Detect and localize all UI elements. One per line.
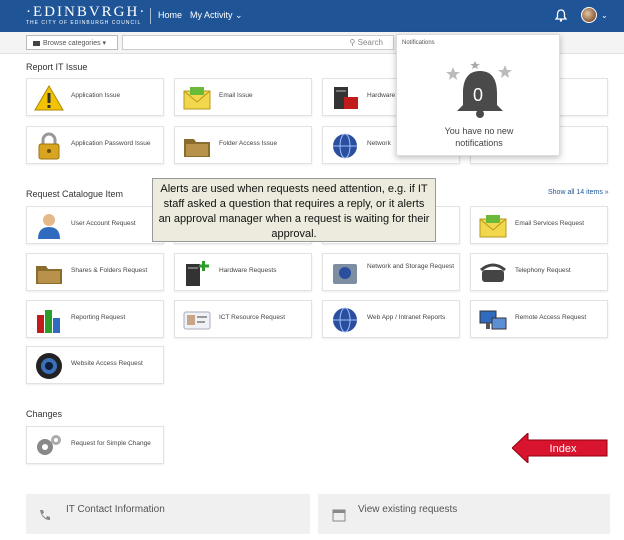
contact-info-label: IT Contact Information (66, 504, 165, 515)
gears-icon (37, 435, 61, 455)
card-label: Application Password Issue (71, 140, 151, 147)
hardware-icon (334, 87, 358, 109)
email-icon (479, 215, 507, 238)
card-shares-folders-request[interactable]: Shares & Folders Request (26, 253, 164, 291)
card-label: Email Services Request (515, 220, 584, 227)
notifications-panel: Notifications 0 You have no new notifica… (396, 34, 560, 156)
card-remote-access-request[interactable]: Remote Access Request (470, 300, 608, 338)
card-label: ICT Resource Request (219, 314, 285, 321)
card-email-services-request[interactable]: Email Services Request (470, 206, 608, 244)
footer-view-existing-requests[interactable]: View existing requests (318, 494, 610, 534)
index-arrow-label: Index (549, 443, 577, 455)
section-title-changes: Changes (26, 409, 63, 419)
globe-icon (333, 307, 357, 333)
card-label: Reporting Request (71, 314, 126, 321)
card-label: Application Issue (71, 92, 121, 99)
folder-icon (36, 266, 62, 284)
notifications-header: Notifications (402, 40, 435, 46)
search-input[interactable]: ⚲ Search (122, 35, 394, 50)
bell-icon[interactable] (555, 9, 567, 22)
card-label: Shares & Folders Request (71, 267, 148, 274)
notifications-empty-message: You have no new notifications (397, 125, 561, 149)
card-folder-access-issue[interactable]: Folder Access Issue (174, 126, 312, 164)
nav-my-activity-link[interactable]: My Activity ⌄ (190, 10, 243, 21)
card-hardware-requests[interactable]: Hardware Requests (174, 253, 312, 291)
search-label-text: Search (357, 38, 383, 47)
lock-icon (38, 132, 60, 160)
card-label: Web App / Intranet Reports (367, 314, 446, 321)
council-logo[interactable]: ·EDINBVRGH· THE CITY OF EDINBURGH COUNCI… (26, 5, 146, 27)
card-ict-resource-request[interactable]: ICT Resource Request (174, 300, 312, 338)
globe-icon (333, 133, 357, 159)
hardware-icon (186, 261, 209, 286)
card-label: Request for Simple Change (71, 440, 151, 447)
camera-icon (36, 353, 62, 379)
view-existing-requests-label: View existing requests (358, 504, 458, 515)
card-label: Network and Storage Request (367, 263, 455, 270)
search-label: ⚲ Search (349, 38, 383, 47)
card-user-account-request[interactable]: User Account Request (26, 206, 164, 244)
header-divider (150, 8, 151, 24)
card-telephony-request[interactable]: Telephony Request (470, 253, 608, 291)
card-label: User Account Request (71, 220, 136, 227)
card-label: Folder Access Issue (219, 140, 278, 147)
card-application-issue[interactable]: Application Issue (26, 78, 164, 116)
browse-categories-label: Browse categories (43, 40, 101, 47)
alerts-callout: Alerts are used when requests need atten… (152, 178, 436, 242)
card-label: Email Issue (219, 92, 253, 99)
id-card-icon (183, 311, 211, 330)
nav-my-activity-label: My Activity (190, 10, 233, 20)
logo-text: ·EDINBVRGH· (26, 4, 147, 20)
chevron-down-icon[interactable]: ⌄ (601, 11, 608, 20)
card-simple-change[interactable]: Request for Simple Change (26, 426, 164, 464)
report-icon (37, 310, 60, 333)
message-line-1: You have no new (444, 126, 514, 136)
card-application-password-issue[interactable]: Application Password Issue (26, 126, 164, 164)
card-reporting-request[interactable]: Reporting Request (26, 300, 164, 338)
chevron-down-icon: ⌄ (235, 10, 243, 20)
card-network-storage-request[interactable]: Network and Storage Request (322, 253, 460, 291)
email-icon (183, 87, 211, 110)
briefcase-icon (33, 40, 40, 46)
card-email-issue[interactable]: Email Issue (174, 78, 312, 116)
calendar-icon (332, 509, 346, 522)
card-label: Telephony Request (515, 267, 571, 274)
nav-home-link[interactable]: Home (158, 10, 182, 20)
phone-icon (480, 263, 506, 282)
phone-handset-icon (40, 510, 50, 520)
footer-contact-info[interactable]: IT Contact Information (26, 494, 310, 534)
message-line-2: notifications (455, 138, 503, 148)
user-icon (38, 214, 60, 239)
card-label: Website Access Request (71, 360, 143, 367)
top-navigation-bar: ·EDINBVRGH· THE CITY OF EDINBURGH COUNCI… (0, 0, 624, 32)
section-title-report: Report IT Issue (26, 62, 88, 72)
remote-icon (479, 310, 507, 330)
card-label: Hardware Requests (219, 267, 277, 274)
chevron-down-icon: ▾ (102, 40, 107, 47)
logo-subtitle: THE CITY OF EDINBURGH COUNCIL (26, 20, 142, 26)
folder-icon (184, 139, 210, 157)
show-all-link[interactable]: Show all 14 items » (548, 189, 609, 196)
storage-icon (333, 264, 357, 284)
warning-icon (34, 85, 64, 111)
notification-count: 0 (473, 85, 484, 105)
browse-categories-button[interactable]: Browse categories ▾ (26, 35, 118, 50)
card-web-app-intranet-reports[interactable]: Web App / Intranet Reports (322, 300, 460, 338)
section-title-catalogue: Request Catalogue Item (26, 189, 124, 199)
card-label: Remote Access Request (515, 314, 587, 321)
card-website-access-request[interactable]: Website Access Request (26, 346, 164, 384)
user-avatar[interactable] (581, 7, 597, 23)
